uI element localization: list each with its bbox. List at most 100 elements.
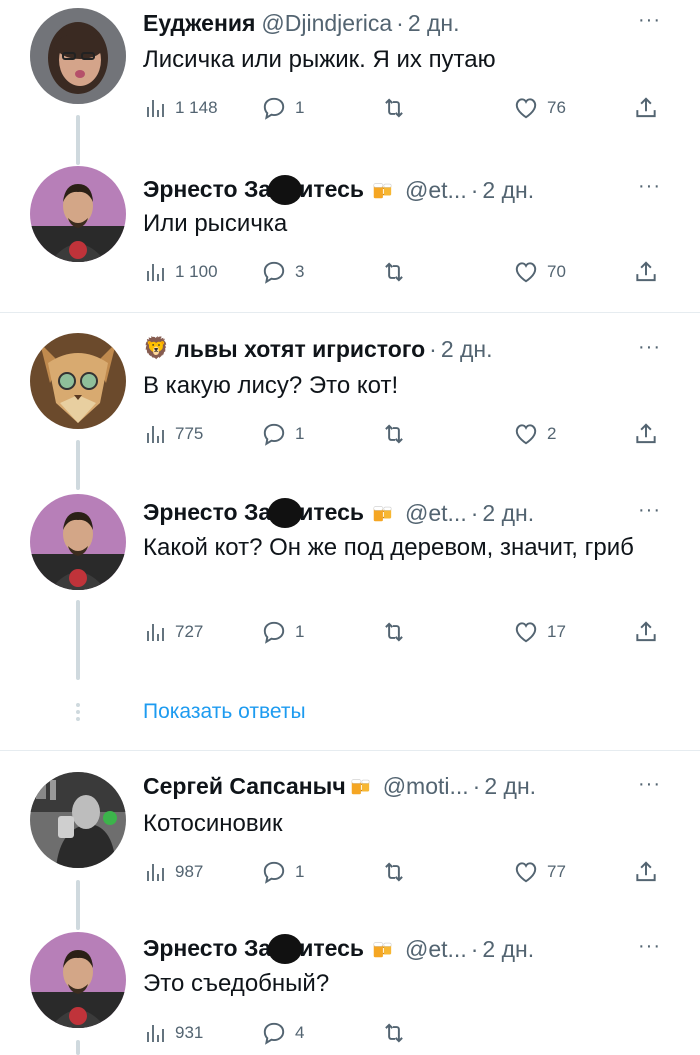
author-name[interactable]: Эрнесто За итесь (143, 933, 364, 965)
retweet-icon (381, 259, 407, 285)
more-replies-dots (75, 703, 81, 724)
tweet-header: Еуджения @Djindjerica · 2 дн. (143, 8, 460, 38)
tweet-text: Лисичка или рыжик. Я их путаю (143, 46, 496, 73)
reply-button[interactable]: 1 (261, 419, 304, 449)
reply-icon (261, 421, 287, 447)
action-bar: 987 1 77 (143, 857, 673, 887)
avatar[interactable] (30, 772, 126, 868)
censor-blot (268, 933, 303, 964)
author-name-part: итесь (299, 176, 365, 202)
views-button[interactable]: 987 (143, 857, 203, 887)
like-button[interactable]: 76 (513, 93, 566, 123)
views-count: 727 (175, 622, 204, 641)
share-button[interactable] (633, 257, 659, 287)
more-icon[interactable]: ··· (638, 500, 661, 520)
retweet-icon (381, 95, 407, 121)
retweet-button[interactable] (381, 93, 407, 123)
beer-emoji-icon (371, 938, 393, 960)
like-count: 2 (547, 424, 557, 443)
author-name[interactable]: Еуджения (143, 8, 255, 38)
author-handle[interactable]: @Djindjerica (261, 8, 392, 38)
timestamp[interactable]: 2 дн. (482, 498, 534, 528)
retweet-button[interactable] (381, 617, 407, 647)
author-name[interactable]: Эрнесто За итесь (143, 174, 364, 206)
action-bar: 1 148 1 76 (143, 93, 673, 123)
more-icon[interactable]: ··· (638, 936, 661, 956)
reply-button[interactable]: 1 (261, 93, 304, 123)
author-handle[interactable]: @et... (405, 498, 467, 528)
avatar[interactable] (30, 932, 126, 1028)
avatar[interactable] (30, 8, 126, 104)
timestamp[interactable]: 2 дн. (484, 771, 536, 801)
like-button[interactable]: 70 (513, 257, 566, 287)
views-button[interactable]: 1 100 (143, 257, 218, 287)
like-button[interactable]: 77 (513, 857, 566, 887)
views-button[interactable]: 727 (143, 617, 203, 647)
like-count: 17 (547, 622, 566, 641)
reply-icon (261, 95, 287, 121)
author-name[interactable]: Эрнесто За итесь (143, 497, 364, 529)
views-button[interactable]: 931 (143, 1018, 203, 1048)
share-button[interactable] (633, 857, 659, 887)
thread-line (76, 1040, 80, 1055)
tweet-text: Это съедобный? (143, 970, 330, 997)
views-button[interactable]: 775 (143, 419, 203, 449)
share-button[interactable] (633, 419, 659, 449)
timestamp[interactable]: 2 дн. (482, 175, 534, 205)
action-bar: 1 100 3 70 (143, 257, 673, 287)
retweet-button[interactable] (381, 1018, 407, 1048)
views-icon (143, 620, 167, 644)
share-icon (633, 95, 659, 121)
timestamp[interactable]: 2 дн. (408, 8, 460, 38)
avatar[interactable] (30, 494, 126, 590)
action-bar: 931 4 (143, 1018, 673, 1048)
like-button[interactable]: 17 (513, 617, 566, 647)
tweet-header: Эрнесто За итесь @et... · 2 дн. (143, 174, 534, 206)
author-name[interactable]: Сергей Сапсаныч (143, 771, 346, 801)
reply-button[interactable]: 4 (261, 1018, 304, 1048)
author-name[interactable]: львы хотят игристого (175, 334, 425, 364)
retweet-button[interactable] (381, 857, 407, 887)
reply-button[interactable]: 3 (261, 257, 304, 287)
action-bar: 775 1 2 (143, 419, 673, 449)
share-icon (633, 859, 659, 885)
retweet-button[interactable] (381, 257, 407, 287)
avatar[interactable] (30, 166, 126, 262)
retweet-icon (381, 421, 407, 447)
reply-button[interactable]: 1 (261, 617, 304, 647)
tweet-header: Эрнесто За итесь @et... · 2 дн. (143, 497, 534, 529)
author-name-part: Эрнесто За (143, 176, 272, 202)
reply-count: 4 (295, 1023, 305, 1042)
show-replies-link[interactable]: Показать ответы (143, 700, 306, 724)
separator: · (396, 10, 404, 36)
author-name-part: итесь (299, 499, 365, 525)
retweet-icon (381, 859, 407, 885)
views-count: 987 (175, 862, 204, 881)
retweet-button[interactable] (381, 419, 407, 449)
author-name-part: Эрнесто За (143, 935, 272, 961)
reply-icon (261, 859, 287, 885)
tweet-header: Сергей Сапсаныч @moti... · 2 дн. (143, 771, 536, 801)
more-icon[interactable]: ··· (638, 10, 661, 30)
timestamp[interactable]: 2 дн. (482, 934, 534, 964)
timestamp[interactable]: 2 дн. (441, 334, 493, 364)
beer-emoji-icon (371, 179, 393, 201)
reply-button[interactable]: 1 (261, 857, 304, 887)
share-icon (633, 619, 659, 645)
author-handle[interactable]: @et... (405, 175, 467, 205)
share-button[interactable] (633, 617, 659, 647)
views-button[interactable]: 1 148 (143, 93, 218, 123)
reply-count: 1 (295, 98, 305, 117)
author-handle[interactable]: @moti... (383, 771, 469, 801)
more-icon[interactable]: ··· (638, 176, 661, 196)
like-icon (513, 259, 539, 285)
share-button[interactable] (633, 93, 659, 123)
like-button[interactable]: 2 (513, 419, 556, 449)
views-icon (143, 860, 167, 884)
more-icon[interactable]: ··· (638, 774, 661, 794)
more-icon[interactable]: ··· (638, 337, 661, 357)
tweet-header: Эрнесто За итесь @et... · 2 дн. (143, 933, 534, 965)
author-handle[interactable]: @et... (405, 934, 467, 964)
tweet-header: 🦁 львы хотят игристого · 2 дн. (143, 334, 493, 364)
avatar[interactable] (30, 333, 126, 429)
